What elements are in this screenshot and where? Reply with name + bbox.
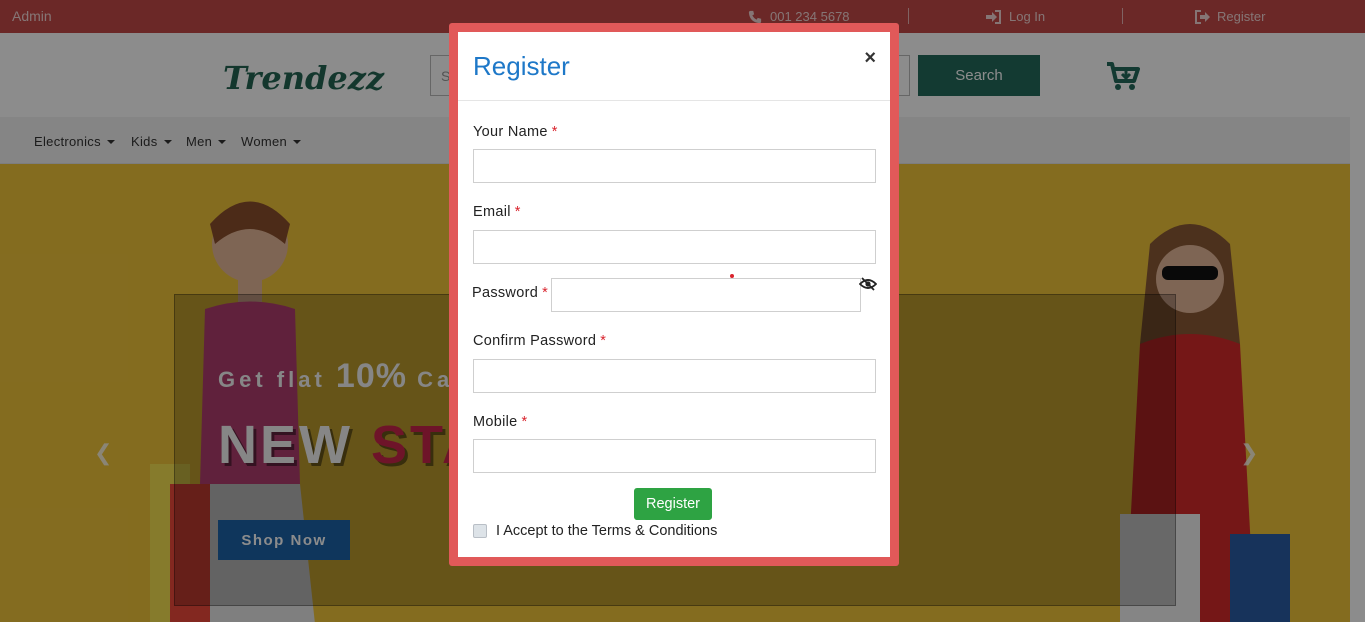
- required-marker: *: [514, 204, 521, 220]
- email-field[interactable]: [473, 230, 876, 264]
- email-label-text: Email: [473, 204, 511, 220]
- password-label-text: Password: [472, 285, 539, 301]
- mobile-label-text: Mobile: [473, 414, 518, 430]
- register-modal-frame: Register × Your Name * Email * Password * C…: [449, 23, 899, 566]
- required-marker: *: [600, 333, 607, 349]
- close-icon[interactable]: ×: [864, 48, 876, 68]
- required-marker: *: [551, 124, 558, 140]
- terms-label[interactable]: I Accept to the Terms & Conditions: [496, 523, 717, 539]
- password-label: Password *: [472, 285, 548, 301]
- required-dot: [730, 274, 734, 278]
- terms-checkbox[interactable]: [473, 524, 487, 538]
- modal-header: Register ×: [458, 32, 890, 101]
- register-modal: Register × Your Name * Email * Password * C…: [458, 32, 890, 557]
- mobile-field[interactable]: [473, 439, 876, 473]
- required-marker: *: [521, 414, 528, 430]
- name-field[interactable]: [473, 149, 876, 183]
- email-label: Email *: [473, 204, 521, 220]
- mobile-label: Mobile *: [473, 414, 527, 430]
- eye-slash-icon[interactable]: [859, 277, 877, 291]
- required-marker: *: [542, 285, 549, 301]
- register-submit-button[interactable]: Register: [634, 488, 712, 520]
- confirm-label-text: Confirm Password: [473, 333, 597, 349]
- password-field[interactable]: [551, 278, 861, 312]
- terms-row: I Accept to the Terms & Conditions: [473, 523, 717, 539]
- name-label-text: Your Name: [473, 124, 548, 140]
- modal-title: Register: [473, 51, 570, 81]
- confirm-password-label: Confirm Password *: [473, 333, 606, 349]
- confirm-password-field[interactable]: [473, 359, 876, 393]
- name-label: Your Name *: [473, 124, 558, 140]
